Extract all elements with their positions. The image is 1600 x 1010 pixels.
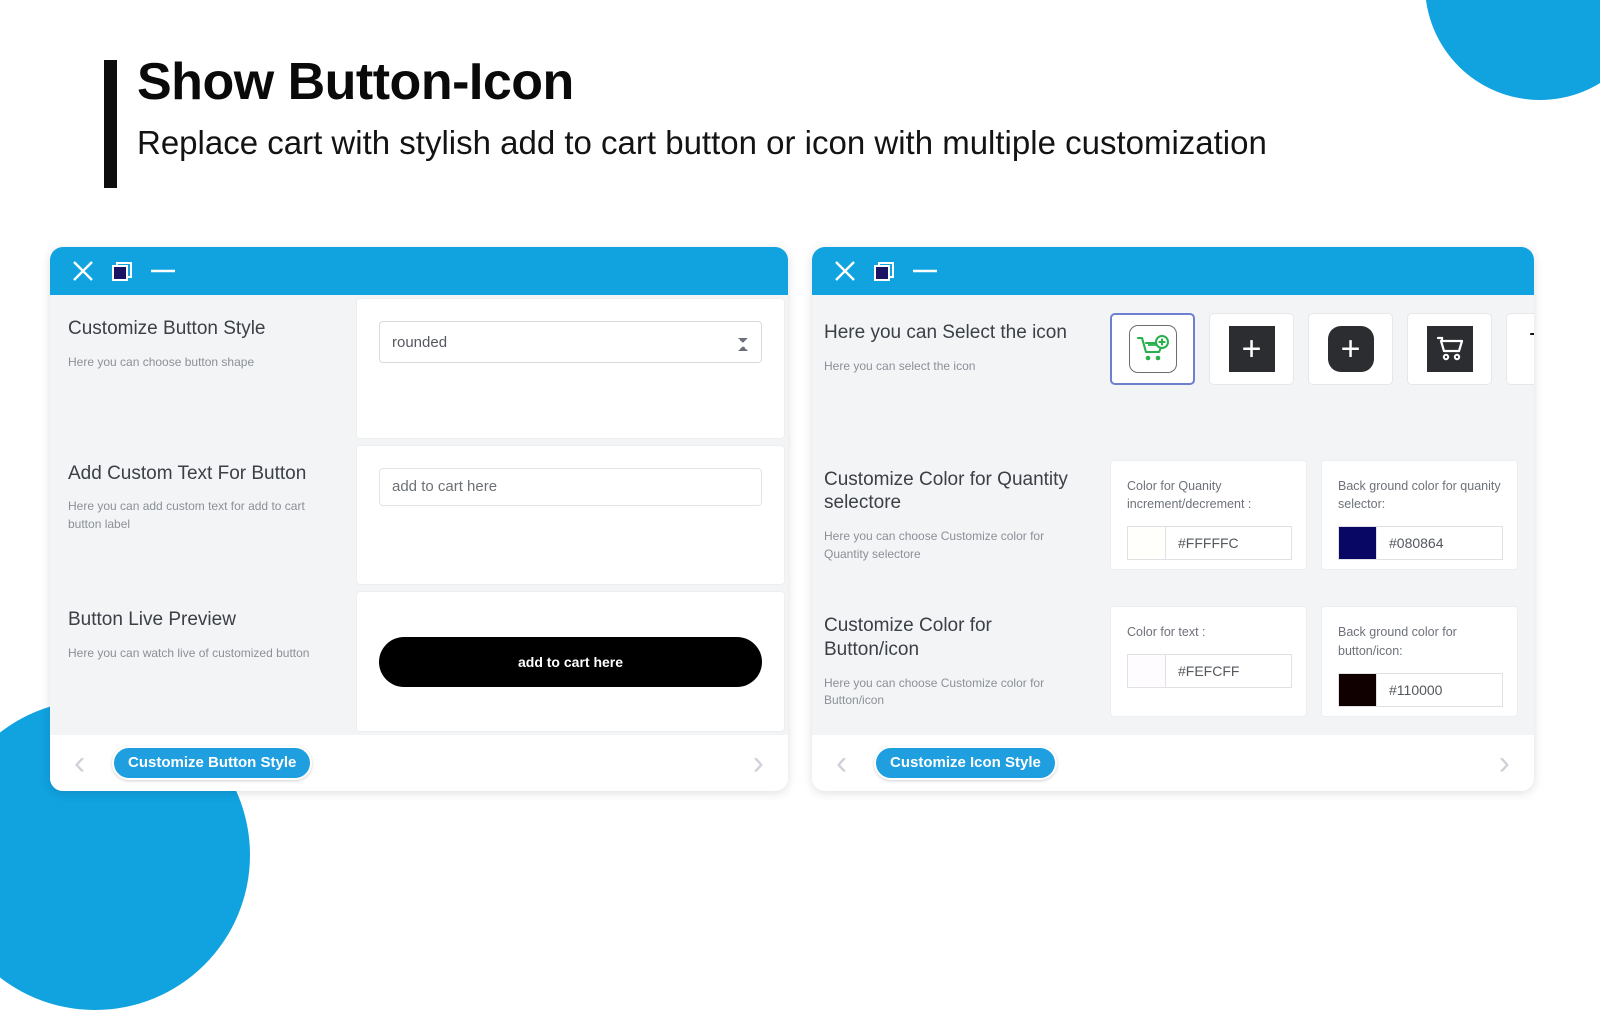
color-field-label: Color for Quanity increment/decrement : — [1127, 478, 1252, 512]
row-control-custom-text — [356, 444, 785, 586]
customize-icon-style-window: Here you can Select the icon Here you ca… — [812, 247, 1534, 791]
quantity-color-fields: Color for Quanity increment/decrement : … — [1102, 442, 1534, 589]
customize-button-style-window: Customize Button Style Here you can choo… — [50, 247, 788, 791]
row-description: Here you can add custom text for add to … — [68, 499, 305, 531]
custom-button-text-input[interactable] — [379, 467, 762, 506]
restore-window-icon[interactable] — [871, 258, 897, 284]
color-swatch[interactable] — [1338, 526, 1376, 561]
row-title: Customize Color for Button/icon — [824, 615, 992, 661]
row-description: Here you can select the icon — [824, 358, 976, 373]
color-hex-value[interactable]: #110000 — [1376, 672, 1503, 707]
row-custom-text: Add Custom Text For Button Here you can … — [50, 441, 788, 589]
color-field-text-color: Color for text : #FEFCFF — [1110, 606, 1307, 718]
cart-plus-green-icon — [1128, 325, 1177, 373]
row-title: Here you can Select the icon — [824, 322, 1067, 343]
row-quantity-colors: Customize Color for Quantity selectore H… — [812, 441, 1534, 589]
add-to-cart-preview-button[interactable]: add to cart here — [379, 636, 762, 687]
color-hex-value[interactable]: #FFFFFC — [1165, 526, 1292, 561]
left-window-footer: ‹ Customize Button Style › — [50, 735, 788, 791]
icon-option-list: + + — [1102, 295, 1534, 442]
row-description: Here you can choose Customize color for … — [824, 675, 1045, 708]
icon-option-cart-plus-outline[interactable] — [1506, 313, 1534, 385]
cart-plus-outline-icon — [1528, 329, 1534, 370]
right-window-body: Here you can Select the icon Here you ca… — [812, 295, 1534, 736]
color-swatch[interactable] — [1127, 526, 1165, 561]
left-window-body: Customize Button Style Here you can choo… — [50, 295, 788, 736]
row-customize-button-style: Customize Button Style Here you can choo… — [50, 295, 788, 442]
page-title: Show Button-Icon — [137, 53, 574, 111]
page-header: Show Button-Icon Replace cart with styli… — [104, 52, 1267, 188]
row-description: Here you can choose Customize color for … — [824, 529, 1045, 561]
row-label-quantity-colors: Customize Color for Quantity selectore H… — [812, 441, 1102, 589]
button-shape-select[interactable]: rounded — [379, 321, 762, 363]
row-select-icon: Here you can Select the icon Here you ca… — [812, 295, 1534, 442]
row-description: Here you can choose button shape — [68, 354, 255, 369]
page-subtitle: Replace cart with stylish add to cart bu… — [137, 124, 1267, 161]
row-control-button-shape: rounded — [356, 298, 785, 439]
color-field-quantity-background: Back ground color for quanity selector: … — [1321, 459, 1518, 571]
row-title: Customize Color for Quantity selectore — [824, 468, 1068, 514]
row-title: Button Live Preview — [68, 609, 236, 631]
icon-option-cart-square-dark[interactable] — [1407, 313, 1492, 385]
color-field-quantity-increment: Color for Quanity increment/decrement : … — [1110, 459, 1307, 571]
row-label-button-icon-colors: Customize Color for Button/icon Here you… — [812, 588, 1102, 736]
left-window-titlebar — [50, 247, 788, 295]
step-pill-customize-button-style[interactable]: Customize Button Style — [112, 746, 313, 780]
row-button-icon-colors: Customize Color for Button/icon Here you… — [812, 588, 1534, 736]
button-icon-color-fields: Color for text : #FEFCFF Back ground col… — [1102, 588, 1534, 735]
chevron-left-icon[interactable]: ‹ — [74, 746, 85, 780]
color-field-label: Back ground color for quanity selector: — [1338, 478, 1501, 512]
restore-window-icon[interactable] — [109, 258, 135, 284]
row-title: Add Custom Text For Button — [68, 462, 307, 484]
right-window-footer: ‹ Customize Icon Style › — [812, 735, 1534, 791]
cart-square-dark-icon — [1426, 326, 1473, 372]
plus-rounded-square-dark-icon: + — [1327, 326, 1374, 372]
close-icon[interactable] — [70, 258, 96, 284]
icon-option-plus-rounded-square-dark[interactable]: + — [1308, 313, 1393, 385]
chevron-right-icon[interactable]: › — [753, 746, 764, 780]
header-accent-bar — [104, 60, 117, 188]
row-label-select-icon: Here you can Select the icon Here you ca… — [812, 295, 1102, 442]
color-field-label: Back ground color for button/icon: — [1338, 625, 1457, 659]
plus-glyph: + — [1340, 330, 1361, 368]
close-icon[interactable] — [832, 258, 858, 284]
step-pill-customize-icon-style[interactable]: Customize Icon Style — [874, 746, 1057, 780]
color-swatch[interactable] — [1338, 672, 1376, 707]
minimize-icon[interactable] — [910, 258, 940, 284]
decorative-circle-top-right — [1425, 0, 1600, 100]
right-window-titlebar — [812, 247, 1534, 295]
color-field-label: Color for text : — [1127, 625, 1206, 640]
color-swatch[interactable] — [1127, 654, 1165, 689]
color-field-button-background: Back ground color for button/icon: #1100… — [1321, 606, 1518, 718]
row-control-live-preview: add to cart here — [356, 591, 785, 733]
color-hex-value[interactable]: #080864 — [1376, 526, 1503, 561]
row-title: Customize Button Style — [68, 318, 266, 339]
color-hex-value[interactable]: #FEFCFF — [1165, 654, 1292, 689]
chevron-left-icon[interactable]: ‹ — [836, 746, 847, 780]
icon-option-plus-square-dark[interactable]: + — [1209, 313, 1294, 385]
row-description: Here you can watch live of customized bu… — [68, 646, 310, 661]
icon-option-cart-plus-green[interactable] — [1110, 313, 1195, 385]
minimize-icon[interactable] — [148, 258, 178, 284]
row-live-preview: Button Live Preview Here you can watch l… — [50, 588, 788, 736]
chevron-right-icon[interactable]: › — [1499, 746, 1510, 780]
plus-glyph: + — [1241, 330, 1262, 368]
plus-square-dark-icon: + — [1228, 326, 1275, 372]
row-label-custom-text: Add Custom Text For Button Here you can … — [50, 441, 356, 589]
row-label-live-preview: Button Live Preview Here you can watch l… — [50, 588, 356, 736]
row-label-customize-button-style: Customize Button Style Here you can choo… — [50, 295, 356, 442]
